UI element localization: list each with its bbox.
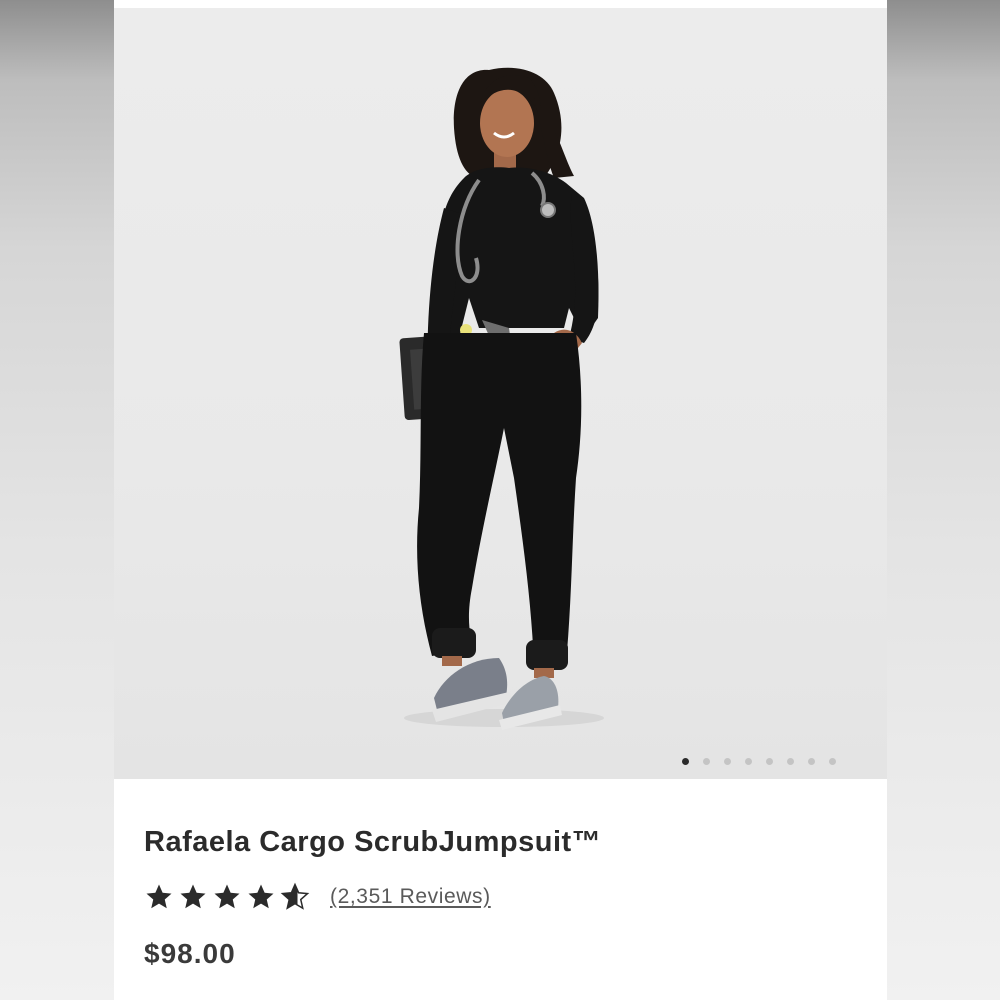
- star-full-icon: [246, 882, 276, 912]
- star-full-icon: [178, 882, 208, 912]
- star-rating: [144, 882, 310, 912]
- star-half-icon: [280, 882, 310, 912]
- star-full-icon: [144, 882, 174, 912]
- reviews-link[interactable]: (2,351 Reviews): [330, 885, 491, 909]
- product-price: $98.00: [144, 938, 236, 969]
- gallery-dot-8[interactable]: [829, 758, 836, 765]
- gallery-dot-1[interactable]: [682, 758, 689, 765]
- star-full-icon: [212, 882, 242, 912]
- gallery-dot-7[interactable]: [808, 758, 815, 765]
- product-title: Rafaela Cargo ScrubJumpsuit™: [144, 826, 602, 858]
- product-rating: (2,351 Reviews): [144, 882, 491, 912]
- gallery-dot-3[interactable]: [724, 758, 731, 765]
- gallery-pagination: [682, 758, 836, 765]
- product-card: Rafaela Cargo ScrubJumpsuit™ (2,351 Revi…: [114, 0, 887, 1000]
- gallery-dot-2[interactable]: [703, 758, 710, 765]
- gallery-dot-5[interactable]: [766, 758, 773, 765]
- gallery-dot-6[interactable]: [787, 758, 794, 765]
- gallery-dot-4[interactable]: [745, 758, 752, 765]
- product-image[interactable]: [114, 8, 887, 779]
- model-photo-icon: [399, 67, 604, 730]
